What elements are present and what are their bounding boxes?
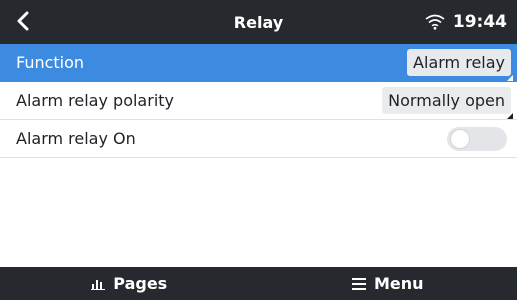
- function-value[interactable]: Alarm relay: [407, 49, 513, 81]
- function-row[interactable]: Function Alarm relay: [0, 44, 517, 82]
- alarm-relay-on-toggle[interactable]: [447, 126, 507, 151]
- dropdown-corner-icon: [507, 113, 513, 119]
- menu-button[interactable]: Menu: [259, 267, 517, 300]
- pages-label: Pages: [113, 274, 168, 293]
- dropdown-corner-icon: [507, 75, 513, 81]
- clock-time: 19:44: [452, 12, 507, 32]
- relay-settings-screen: Relay 19:44 Function Alarm relay Alarm r…: [0, 0, 517, 300]
- alarm-relay-on-row[interactable]: Alarm relay On: [0, 120, 517, 158]
- hamburger-menu-icon: [351, 277, 366, 290]
- alarm-relay-polarity-value[interactable]: Normally open: [382, 87, 513, 119]
- alarm-relay-polarity-value-text: Normally open: [388, 91, 505, 110]
- bar-chart-icon: [91, 279, 106, 290]
- function-value-text: Alarm relay: [413, 53, 505, 72]
- toggle-knob: [451, 129, 469, 148]
- header-bar: Relay 19:44: [0, 0, 517, 44]
- alarm-relay-on-label: Alarm relay On: [16, 129, 136, 148]
- function-label: Function: [16, 53, 85, 72]
- status-area: 19:44: [425, 0, 507, 44]
- alarm-relay-polarity-label: Alarm relay polarity: [16, 91, 174, 110]
- pages-button[interactable]: Pages: [0, 267, 259, 300]
- alarm-relay-polarity-row[interactable]: Alarm relay polarity Normally open: [0, 82, 517, 120]
- wifi-icon: [425, 14, 445, 30]
- menu-label: Menu: [373, 274, 424, 293]
- footer-bar: Pages Menu: [0, 267, 517, 300]
